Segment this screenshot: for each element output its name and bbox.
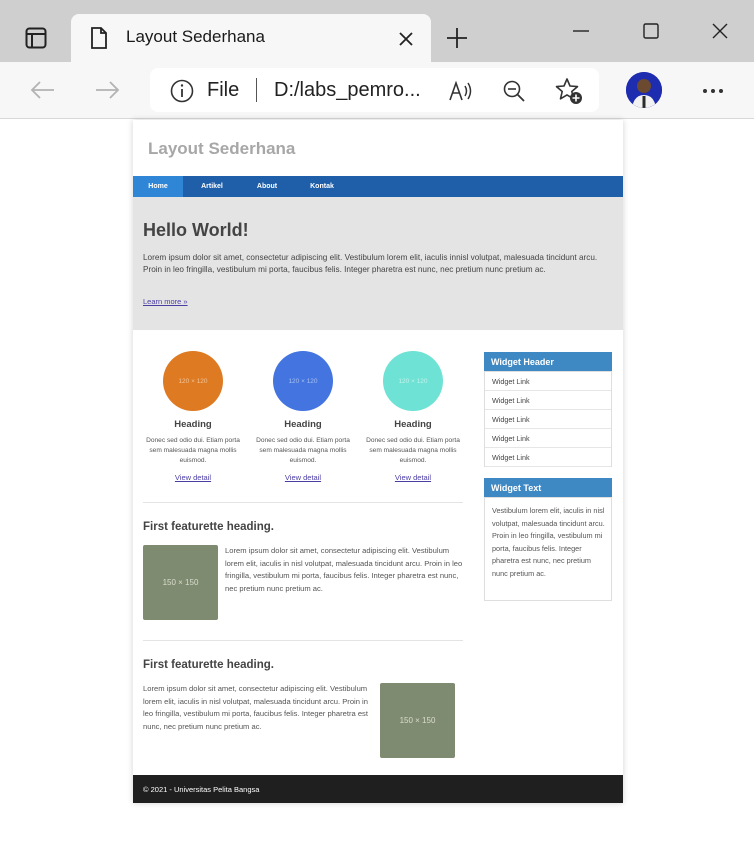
widget-link[interactable]: Widget Link: [485, 410, 611, 429]
avatar-image: [626, 72, 662, 108]
back-icon[interactable]: [26, 76, 58, 104]
nav-kontak[interactable]: Kontak: [300, 176, 344, 197]
widget-link[interactable]: Widget Link: [485, 372, 611, 391]
divider: [143, 640, 463, 641]
read-aloud-icon[interactable]: [447, 77, 475, 105]
column-link-1[interactable]: View detail: [143, 473, 243, 482]
widget-text-title: Widget Text: [484, 478, 612, 497]
divider: [143, 502, 463, 503]
column-link-3[interactable]: View detail: [363, 473, 463, 482]
nav-home[interactable]: Home: [133, 176, 183, 197]
minimize-icon[interactable]: [566, 18, 596, 44]
featurette-text-1: Lorem ipsum dolor sit amet, consectetur …: [225, 546, 463, 593]
widget-link[interactable]: Widget Link: [485, 429, 611, 448]
featurette-image-2: 150 × 150: [380, 683, 455, 758]
hero-title: Hello World!: [143, 220, 249, 240]
column-image-3: 120 × 120: [383, 351, 443, 411]
widget-text: Vestibulum lorem elit, iaculis in nisl v…: [492, 506, 605, 578]
footer: © 2021 - Universitas Pelita Bangsa: [133, 775, 623, 803]
column-heading-3: Heading: [394, 419, 432, 430]
maximize-icon[interactable]: [636, 18, 666, 44]
column-heading-1: Heading: [174, 419, 212, 430]
widget-link[interactable]: Widget Link: [485, 448, 611, 467]
site-title: Layout Sederhana: [148, 139, 296, 158]
featurette-image-1: 150 × 150: [143, 545, 218, 620]
footer-text: © 2021 - Universitas Pelita Bangsa: [143, 784, 260, 794]
learn-more-link[interactable]: Learn more »: [143, 297, 188, 306]
widget-header-title: Widget Header: [484, 352, 612, 371]
favorites-add-icon[interactable]: [553, 75, 585, 107]
url-scheme: File: [207, 79, 240, 101]
column-image-1: 120 × 120: [163, 351, 223, 411]
column-text-3: Donec sed odio dui. Etiam porta sem male…: [366, 437, 460, 464]
column-text-1: Donec sed odio dui. Etiam porta sem male…: [146, 437, 240, 464]
nav-artikel[interactable]: Artikel: [190, 176, 234, 197]
column-link-2[interactable]: View detail: [253, 473, 353, 482]
close-tab-icon[interactable]: [393, 26, 419, 52]
tab-actions-icon[interactable]: [18, 22, 54, 54]
url-path[interactable]: D:/labs_pemro...: [274, 79, 421, 102]
page-icon: [86, 25, 112, 51]
hero-text: Lorem ipsum dolor sit amet, consectetur …: [143, 253, 598, 274]
widget-text-box: Vestibulum lorem elit, iaculis in nisl v…: [484, 497, 612, 601]
featurette-heading-1: First featurette heading.: [143, 521, 274, 533]
featurette-text-2: Lorem ipsum dolor sit amet, consectetur …: [143, 684, 368, 731]
tab-title: Layout Sederhana: [126, 27, 265, 46]
nav-about[interactable]: About: [248, 176, 286, 197]
close-window-icon[interactable]: [705, 18, 735, 44]
forward-icon[interactable]: [92, 76, 124, 104]
url-separator: [256, 78, 257, 102]
column-heading-2: Heading: [284, 419, 322, 430]
more-options-icon[interactable]: [698, 78, 728, 104]
profile-avatar[interactable]: [626, 72, 662, 108]
widget-link[interactable]: Widget Link: [485, 391, 611, 410]
info-icon[interactable]: [168, 77, 196, 105]
new-tab-icon[interactable]: [442, 23, 472, 53]
column-image-2: 120 × 120: [273, 351, 333, 411]
featurette-heading-2: First featurette heading.: [143, 659, 274, 671]
column-text-2: Donec sed odio dui. Etiam porta sem male…: [256, 437, 350, 464]
widget-links-box: Widget Link Widget Link Widget Link Widg…: [484, 371, 612, 467]
zoom-out-icon[interactable]: [500, 77, 528, 105]
